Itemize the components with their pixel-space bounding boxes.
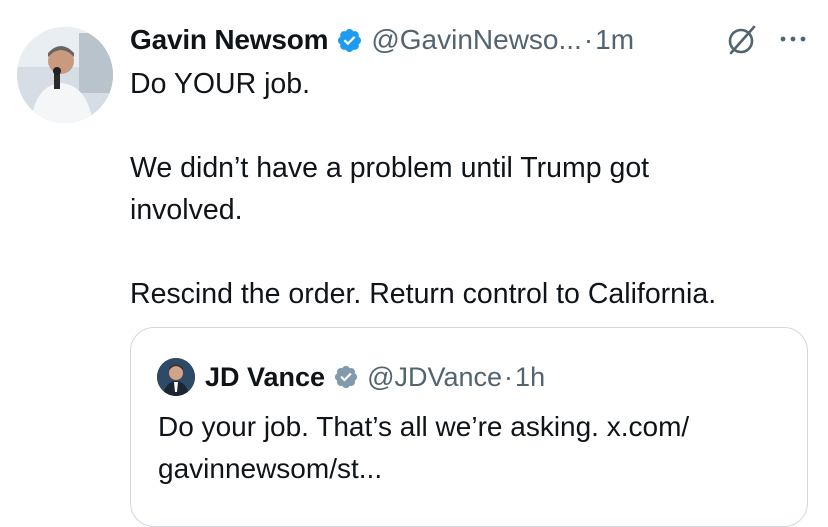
quoted-author-handle[interactable]: @JDVance [367, 362, 502, 393]
verified-badge-icon [338, 28, 362, 52]
avatar-photo-icon [17, 27, 113, 123]
author-display-name[interactable]: Gavin Newsom [130, 24, 329, 56]
author-avatar[interactable] [17, 27, 113, 123]
quoted-tweet-text-line: Do your job. That’s all we’re asking. x.… [158, 411, 690, 442]
author-handle[interactable]: @GavinNewso... [371, 24, 582, 56]
tweet-text-line: We didn’t have a problem until Trump got… [130, 152, 650, 226]
quoted-avatar-photo-icon [157, 358, 195, 396]
separator-dot: · [583, 24, 594, 55]
quoted-author-avatar[interactable] [157, 358, 195, 396]
quoted-tweet-header: JD Vance @JDVance · 1h [157, 358, 545, 396]
government-verified-badge-icon [334, 365, 358, 389]
separator-dot: · [504, 361, 514, 392]
tweet-text-line: Do YOUR job. [130, 68, 311, 100]
quoted-tweet-card[interactable]: JD Vance @JDVance · 1h Do your job. That… [130, 327, 808, 527]
tweet-timestamp[interactable]: 1m [595, 24, 634, 56]
quoted-tweet-link-truncated[interactable]: gavinnewsom/st... [158, 453, 382, 484]
tweet-header: Gavin Newsom @GavinNewso... · 1m [130, 20, 810, 60]
tweet-body: Do YOUR job. We didn’t have a problem un… [130, 63, 810, 315]
quoted-tweet-timestamp[interactable]: 1h [515, 362, 545, 393]
quoted-author-display-name[interactable]: JD Vance [205, 362, 325, 393]
tweet-text-line: Rescind the order. Return control to Cal… [130, 278, 717, 310]
grok-icon[interactable] [725, 23, 759, 57]
tweet[interactable]: Gavin Newsom @GavinNewso... · 1m Do YOUR… [0, 0, 828, 527]
quoted-tweet-text: Do your job. That’s all we’re asking. x.… [158, 406, 778, 490]
more-options-icon[interactable] [775, 24, 811, 54]
